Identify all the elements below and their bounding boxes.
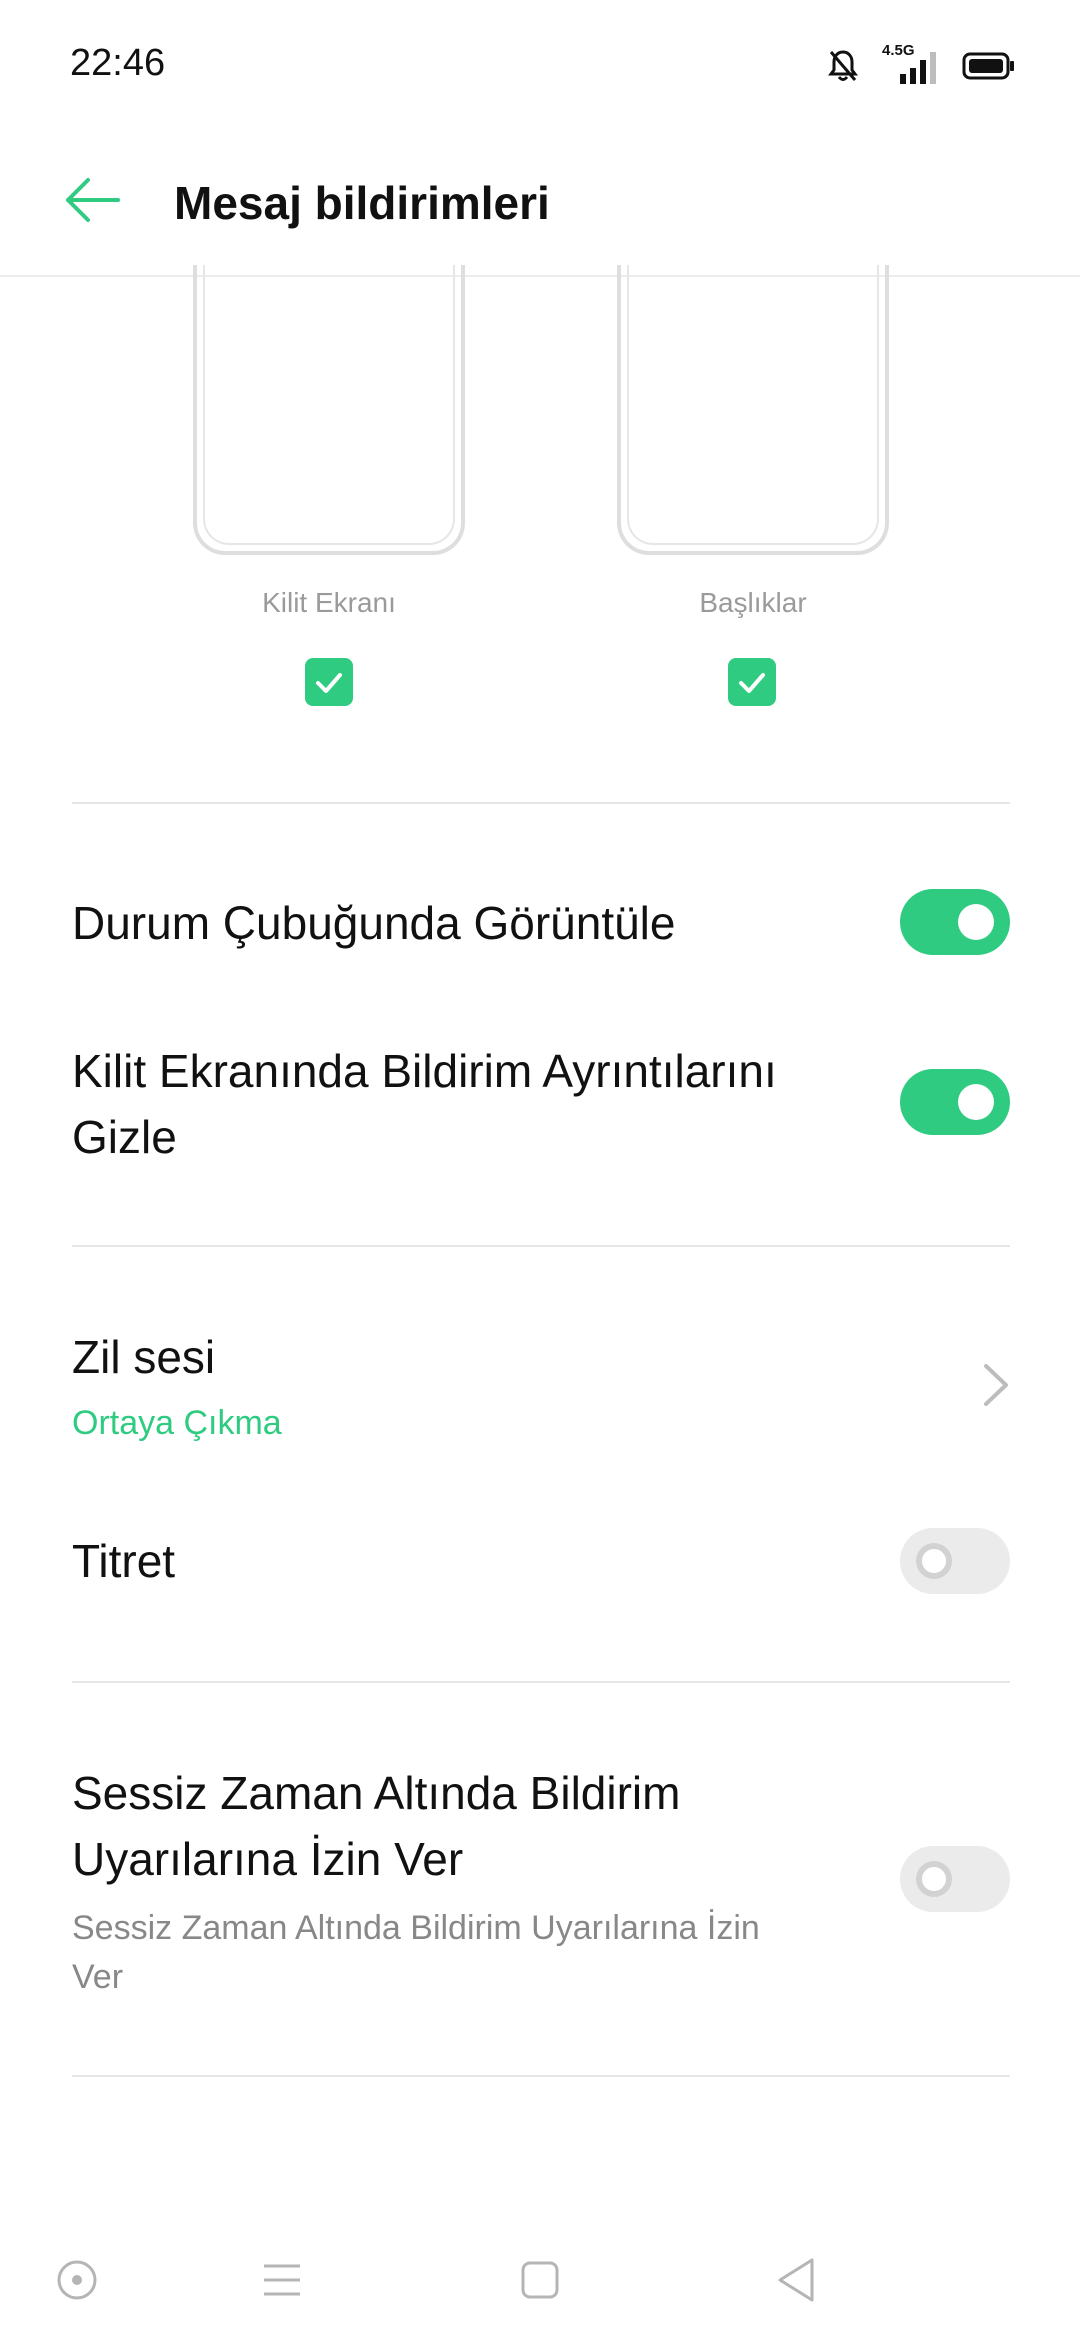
checkmark-icon bbox=[316, 673, 342, 693]
back-triangle-icon[interactable] bbox=[768, 2250, 828, 2310]
navigation-bar bbox=[0, 2220, 1080, 2340]
checkmark-icon bbox=[739, 673, 765, 693]
lock-screen-checkbox[interactable] bbox=[305, 658, 353, 706]
ringtone-row[interactable]: Zil sesi Ortaya Çıkma bbox=[0, 1300, 1080, 1480]
phone-inner-frame bbox=[627, 265, 879, 545]
lock-screen-label: Kilit Ekranı bbox=[262, 587, 396, 618]
battery-icon bbox=[962, 52, 1014, 80]
divider bbox=[72, 802, 1010, 804]
toggle-knob bbox=[916, 1861, 952, 1897]
vibrate-toggle[interactable] bbox=[900, 1528, 1010, 1594]
phone-inner-frame bbox=[203, 265, 455, 545]
ringtone-value: Ortaya Çıkma bbox=[72, 1404, 282, 1442]
quiet-time-toggle[interactable] bbox=[900, 1846, 1010, 1912]
signal-icon: 4.5G bbox=[882, 42, 938, 84]
status-bar: 22:46 4.5G bbox=[0, 0, 1080, 130]
quiet-time-desc-line2: Ver bbox=[72, 1958, 124, 1996]
hide-details-label-line1: Kilit Ekranında Bildirim Ayrıntılarını bbox=[72, 1045, 777, 1097]
divider bbox=[72, 1681, 1010, 1683]
assistant-icon[interactable] bbox=[47, 2250, 107, 2310]
app-bar: Mesaj bildirimleri bbox=[0, 130, 1080, 277]
toggle-knob bbox=[916, 1543, 952, 1579]
quiet-time-label-line2: Uyarılarına İzin Ver bbox=[72, 1833, 464, 1885]
notification-style-previews: Kilit Ekranı Başlıklar bbox=[0, 265, 1080, 717]
status-bar-display-label: Durum Çubuğunda Görüntüle bbox=[72, 897, 676, 949]
toggle-knob bbox=[958, 1084, 994, 1120]
toggle-knob bbox=[958, 904, 994, 940]
banners-preview[interactable] bbox=[617, 265, 889, 555]
vibrate-label: Titret bbox=[72, 1535, 176, 1587]
home-square-icon[interactable] bbox=[510, 2250, 570, 2310]
lock-screen-preview[interactable] bbox=[193, 265, 465, 555]
divider bbox=[72, 1245, 1010, 1247]
banners-checkbox[interactable] bbox=[728, 658, 776, 706]
hide-details-label-line2: Gizle bbox=[72, 1111, 177, 1163]
chevron-right-icon bbox=[984, 1364, 1008, 1406]
status-time: 22:46 bbox=[70, 42, 166, 84]
banners-label: Başlıklar bbox=[699, 587, 807, 618]
page-title: Mesaj bildirimleri bbox=[174, 177, 550, 229]
menu-icon[interactable] bbox=[252, 2250, 312, 2310]
quiet-time-label-line1: Sessiz Zaman Altında Bildirim bbox=[72, 1767, 681, 1819]
hide-details-toggle[interactable] bbox=[900, 1069, 1010, 1135]
bell-off-icon bbox=[828, 50, 858, 81]
quiet-time-desc-line1: Sessiz Zaman Altında Bildirim Uyarıların… bbox=[72, 1909, 760, 1947]
arrow-left-icon[interactable] bbox=[62, 170, 122, 230]
divider bbox=[72, 2075, 1010, 2077]
status-icons: 4.5G bbox=[828, 42, 1016, 86]
status-bar-display-toggle[interactable] bbox=[900, 889, 1010, 955]
ringtone-label: Zil sesi bbox=[72, 1331, 216, 1383]
